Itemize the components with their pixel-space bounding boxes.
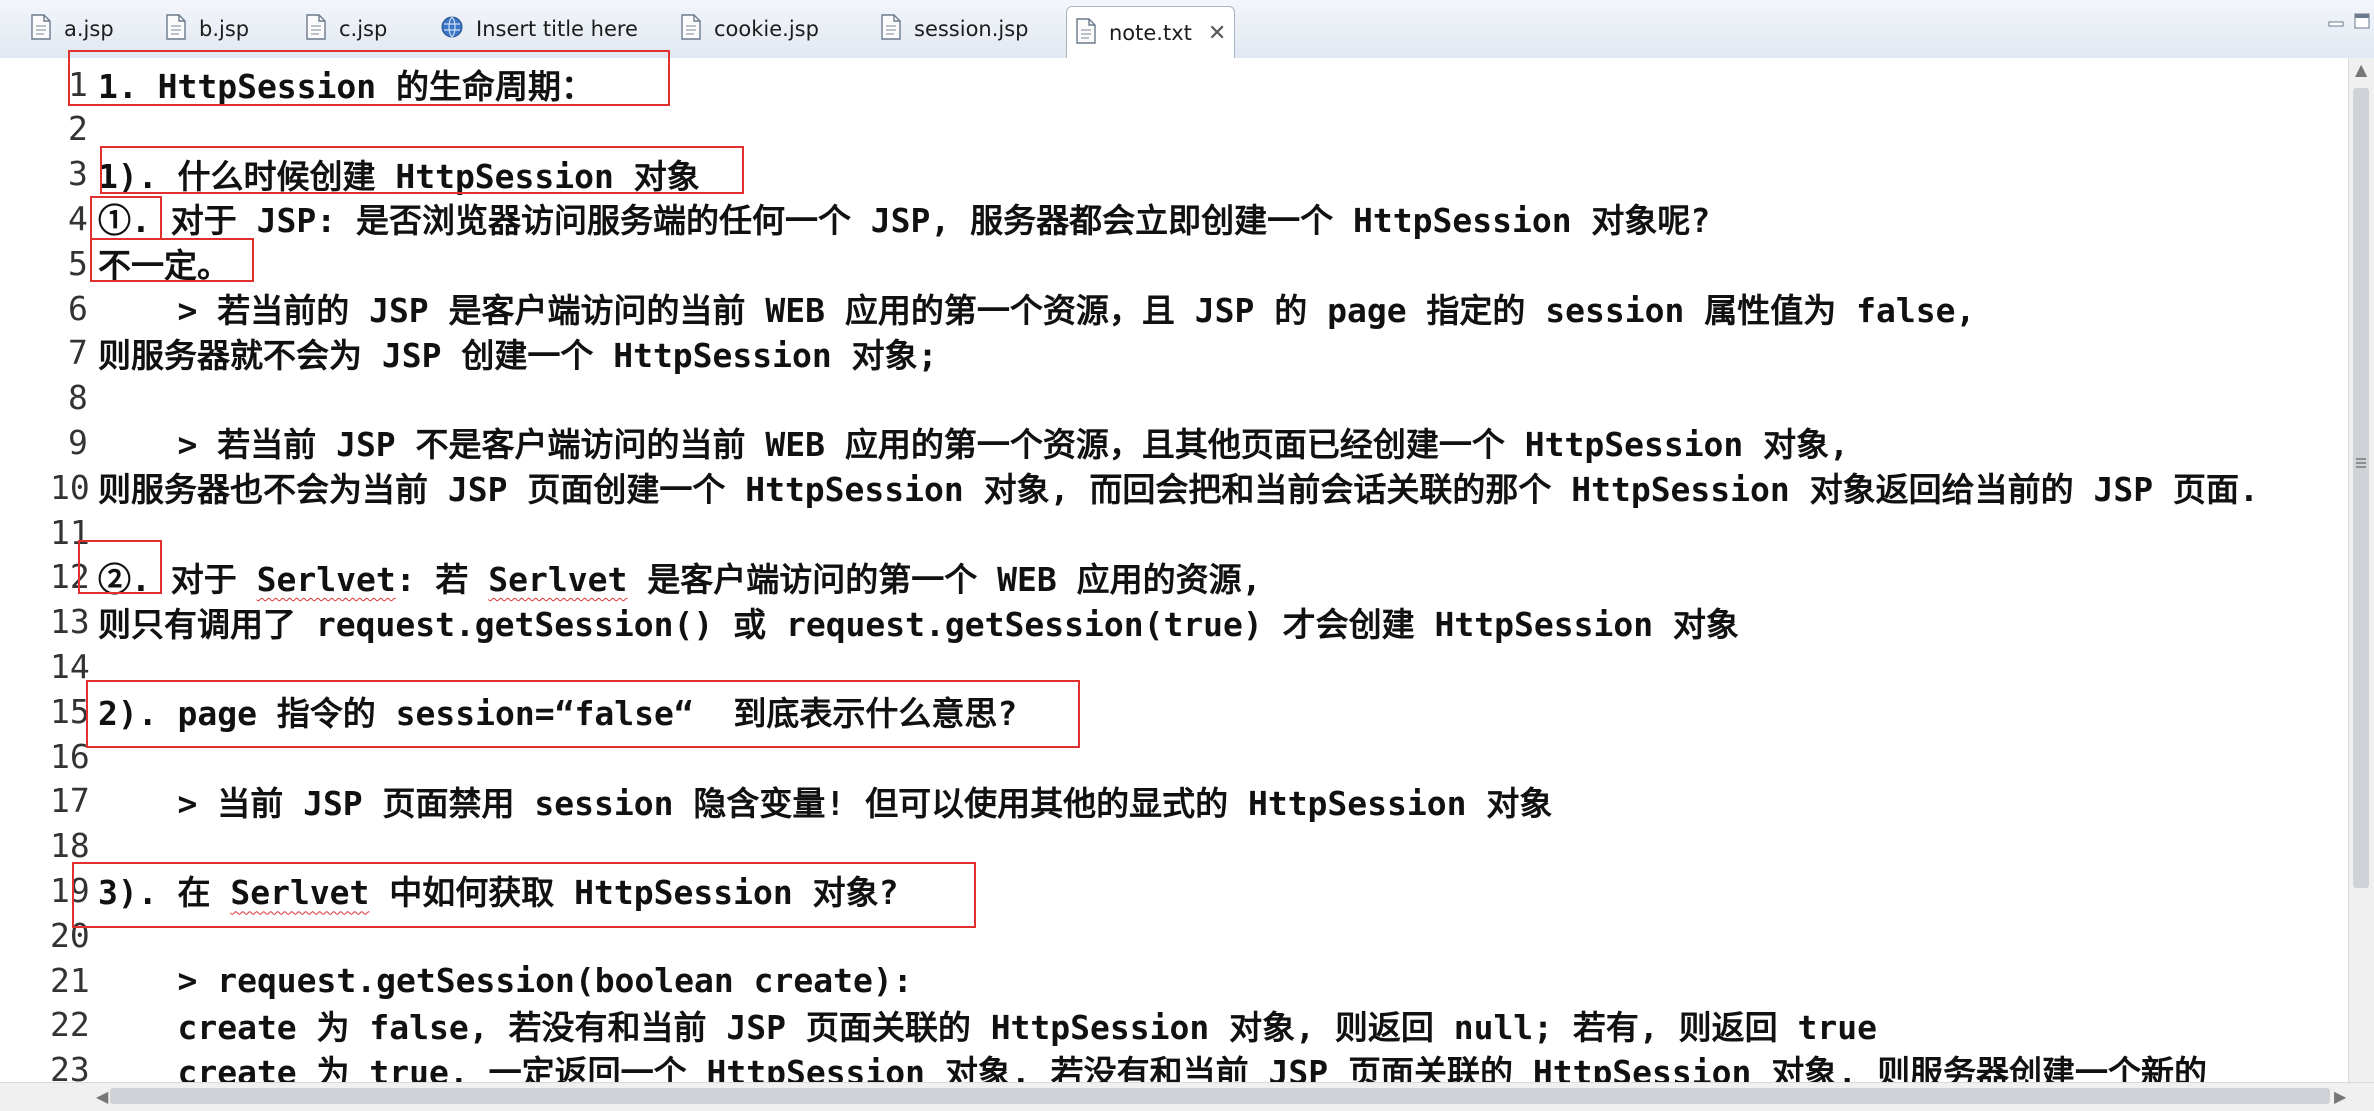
tab-insert-title-here[interactable]: Insert title here [440, 6, 638, 52]
annotation-box [90, 196, 162, 240]
jsp-file-icon [165, 13, 187, 45]
line-number: 21 [50, 960, 90, 1000]
editor-line: 4 ①. 对于 JSP: 是否浏览器访问服务端的任何一个 JSP, 服务器都会立即… [0, 194, 2348, 242]
editor-line: 10 则服务器也不会为当前 JSP 页面创建一个 HttpSession 对象, … [0, 463, 2348, 511]
annotation-box [72, 862, 976, 928]
line-number: 22 [50, 1005, 90, 1045]
jsp-file-icon [305, 13, 327, 45]
tab-a-jsp[interactable]: a.jsp [30, 6, 114, 52]
line-text[interactable]: > request.getSession(boolean create): [98, 961, 912, 1000]
spelling-error-word: Serlvet [488, 559, 628, 599]
tab-label: note.txt [1109, 21, 1192, 45]
editor-line: 13 则只有调用了 request.getSession() 或 request.… [0, 600, 2348, 644]
line-number: 4 [68, 198, 88, 238]
scroll-up-icon[interactable]: ▲ [2355, 60, 2367, 79]
line-number: 7 [68, 333, 88, 373]
jsp-file-icon [30, 13, 52, 45]
tab-c-jsp[interactable]: c.jsp [305, 6, 387, 52]
horizontal-scrollbar[interactable]: ◀ ▶ [0, 1082, 2374, 1111]
annotation-box [78, 540, 162, 594]
editor-line: 22 create 为 false, 若没有和当前 JSP 页面关联的 Http… [0, 1003, 2348, 1047]
spelling-error-word: Serlvet [256, 559, 396, 599]
editor-line: 12 ②. 对于 Serlvet: 若 Serlvet 是客户端访问的第一个 WE… [0, 555, 2348, 599]
editor-line: 23 create 为 true, 一定返回一个 HttpSession 对象.… [0, 1048, 2348, 1082]
tab-cookie-jsp[interactable]: cookie.jsp [680, 6, 819, 52]
maximize-icon[interactable] [2348, 8, 2374, 34]
overview-ruler-icon [2356, 458, 2366, 468]
editor-line: 5 不一定。 [0, 241, 2348, 286]
tab-session-jsp[interactable]: session.jsp [880, 6, 1029, 52]
line-number: 5 [68, 243, 88, 283]
annotation-box [68, 50, 670, 106]
line-text[interactable]: > 若当前的 JSP 是客户端访问的当前 WEB 应用的第一个资源，且 JSP … [98, 284, 1975, 332]
editor-line: 17 > 当前 JSP 页面禁用 session 隐含变量! 但可以使用其他的显… [0, 779, 2348, 823]
editor-line: 11 [0, 510, 2348, 554]
tab-label: a.jsp [64, 17, 114, 41]
line-number: 6 [68, 288, 88, 328]
line-text[interactable]: create 为 false, 若没有和当前 JSP 页面关联的 HttpSes… [98, 1001, 1877, 1049]
line-number: 13 [50, 602, 90, 642]
globe-icon [440, 15, 464, 44]
horizontal-scroll-thumb[interactable] [110, 1088, 2330, 1104]
line-number: 15 [50, 691, 90, 731]
line-number: 8 [68, 378, 88, 418]
jsp-file-icon [880, 13, 902, 45]
minimize-icon[interactable] [2322, 8, 2350, 34]
line-text[interactable]: 则服务器就不会为 JSP 创建一个 HttpSession 对象; [98, 329, 938, 377]
line-text[interactable]: ①. 对于 JSP: 是否浏览器访问服务端的任何一个 JSP, 服务器都会立即创… [98, 194, 1710, 242]
line-text[interactable]: ②. 对于 Serlvet: 若 Serlvet 是客户端访问的第一个 WEB … [98, 553, 1261, 601]
line-number: 14 [50, 646, 90, 686]
tab-label: session.jsp [914, 17, 1029, 41]
scroll-right-icon[interactable]: ▶ [2334, 1087, 2346, 1106]
editor-line: 8 [0, 376, 2348, 420]
editor-line: 21 > request.getSession(boolean create): [0, 958, 2348, 1002]
tab-label: Insert title here [476, 17, 638, 41]
line-number: 2 [68, 109, 88, 149]
scroll-left-icon[interactable]: ◀ [96, 1087, 108, 1106]
line-number: 16 [50, 736, 90, 776]
text-editor[interactable]: 1 1. HttpSession 的生命周期： 2 3 1). 什么时候创建 HttpS… [0, 58, 2348, 1082]
tab-label: cookie.jsp [714, 17, 819, 41]
line-text[interactable]: 则服务器也不会为当前 JSP 页面创建一个 HttpSession 对象, 而回… [98, 463, 2259, 511]
editor-line: 9 > 若当前 JSP 不是客户端访问的当前 WEB 应用的第一个资源，且其他页… [0, 418, 2348, 466]
text-file-icon [1075, 17, 1097, 49]
line-text[interactable]: > 当前 JSP 页面禁用 session 隐含变量! 但可以使用其他的显式的 … [98, 777, 1552, 825]
annotation-box [86, 680, 1080, 748]
editor-line: 18 [0, 824, 2348, 868]
line-text[interactable]: > 若当前 JSP 不是客户端访问的当前 WEB 应用的第一个资源，且其他页面已… [98, 418, 1849, 466]
jsp-file-icon [680, 13, 702, 45]
tab-label: b.jsp [199, 17, 250, 41]
line-number: 3 [68, 154, 88, 194]
editor-line: 2 [0, 107, 2348, 151]
editor-line: 6 > 若当前的 JSP 是客户端访问的当前 WEB 应用的第一个资源，且 JS… [0, 284, 2348, 332]
tab-label: c.jsp [339, 17, 388, 41]
annotation-box [100, 146, 744, 194]
tab-note-txt[interactable]: note.txt ✕ [1066, 6, 1236, 59]
line-number: 18 [50, 826, 90, 866]
tab-b-jsp[interactable]: b.jsp [165, 6, 249, 52]
line-number: 17 [50, 781, 90, 821]
editor-line: 7 则服务器就不会为 JSP 创建一个 HttpSession 对象; [0, 331, 2348, 375]
line-number: 10 [50, 467, 90, 507]
close-icon[interactable]: ✕ [1208, 21, 1226, 46]
annotation-box [90, 238, 254, 282]
line-text[interactable]: create 为 true, 一定返回一个 HttpSession 对象. 若没… [98, 1046, 2207, 1082]
line-number: 23 [50, 1050, 90, 1082]
vertical-scrollbar[interactable]: ▲ [2348, 58, 2374, 1082]
vertical-scroll-thumb[interactable] [2353, 88, 2369, 888]
line-number: 9 [68, 422, 88, 462]
line-text[interactable]: 则只有调用了 request.getSession() 或 request.ge… [98, 598, 1739, 646]
